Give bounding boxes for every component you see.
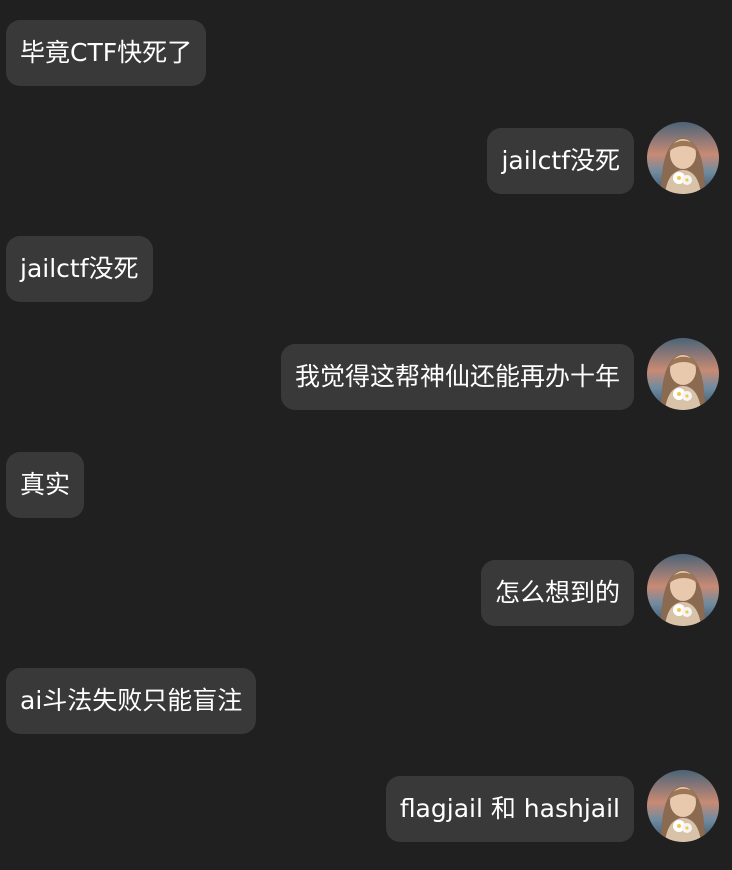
message-row-outgoing: 怎么想到的 — [0, 554, 732, 626]
message-bubble-outgoing[interactable]: jailctf没死 — [487, 128, 634, 194]
message-row-incoming: ai斗法失败只能盲注 — [0, 668, 732, 734]
user-avatar-icon[interactable] — [647, 770, 719, 842]
chat-window: 毕竟CTF快死了 jailctf没死 jailctf没死 我觉得这帮神仙还能再办… — [0, 0, 732, 870]
message-bubble-incoming[interactable]: jailctf没死 — [6, 236, 153, 302]
message-row-incoming: 毕竟CTF快死了 — [0, 20, 732, 86]
message-row-incoming: 真实 — [0, 452, 732, 518]
message-bubble-incoming[interactable]: 毕竟CTF快死了 — [6, 20, 207, 86]
user-avatar-icon[interactable] — [647, 122, 719, 194]
message-row-outgoing: flagjail 和 hashjail — [0, 770, 732, 842]
message-bubble-outgoing[interactable]: 我觉得这帮神仙还能再办十年 — [280, 344, 634, 410]
message-bubble-outgoing[interactable]: flagjail 和 hashjail — [385, 776, 634, 842]
message-bubble-incoming[interactable]: ai斗法失败只能盲注 — [6, 668, 257, 734]
message-bubble-incoming[interactable]: 真实 — [6, 452, 85, 518]
message-row-outgoing: jailctf没死 — [0, 122, 732, 194]
message-bubble-outgoing[interactable]: 怎么想到的 — [480, 560, 634, 626]
user-avatar-icon[interactable] — [647, 338, 719, 410]
user-avatar-icon[interactable] — [647, 554, 719, 626]
message-row-outgoing: 我觉得这帮神仙还能再办十年 — [0, 338, 732, 410]
message-row-incoming: jailctf没死 — [0, 236, 732, 302]
